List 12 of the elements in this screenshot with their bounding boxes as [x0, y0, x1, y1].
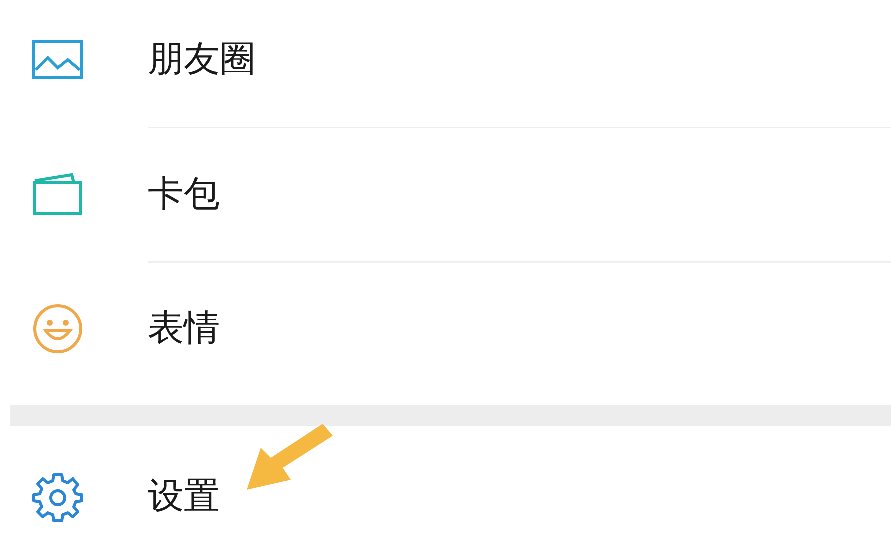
- menu-item[interactable]: 表情: [10, 268, 891, 390]
- menu-item[interactable]: 朋友圈: [10, 0, 891, 121]
- smiley-icon: [32, 303, 84, 356]
- menu-item[interactable]: 设置: [10, 436, 891, 557]
- menu-item[interactable]: 卡包: [10, 134, 891, 255]
- settings-icon: [32, 470, 84, 523]
- menu-label: 设置: [148, 474, 220, 519]
- menu-label: 表情: [148, 307, 220, 352]
- landscape-icon: [32, 40, 84, 80]
- menu-label: 朋友圈: [148, 38, 256, 82]
- menu-label: 卡包: [148, 172, 220, 217]
- card-icon: [32, 172, 84, 217]
